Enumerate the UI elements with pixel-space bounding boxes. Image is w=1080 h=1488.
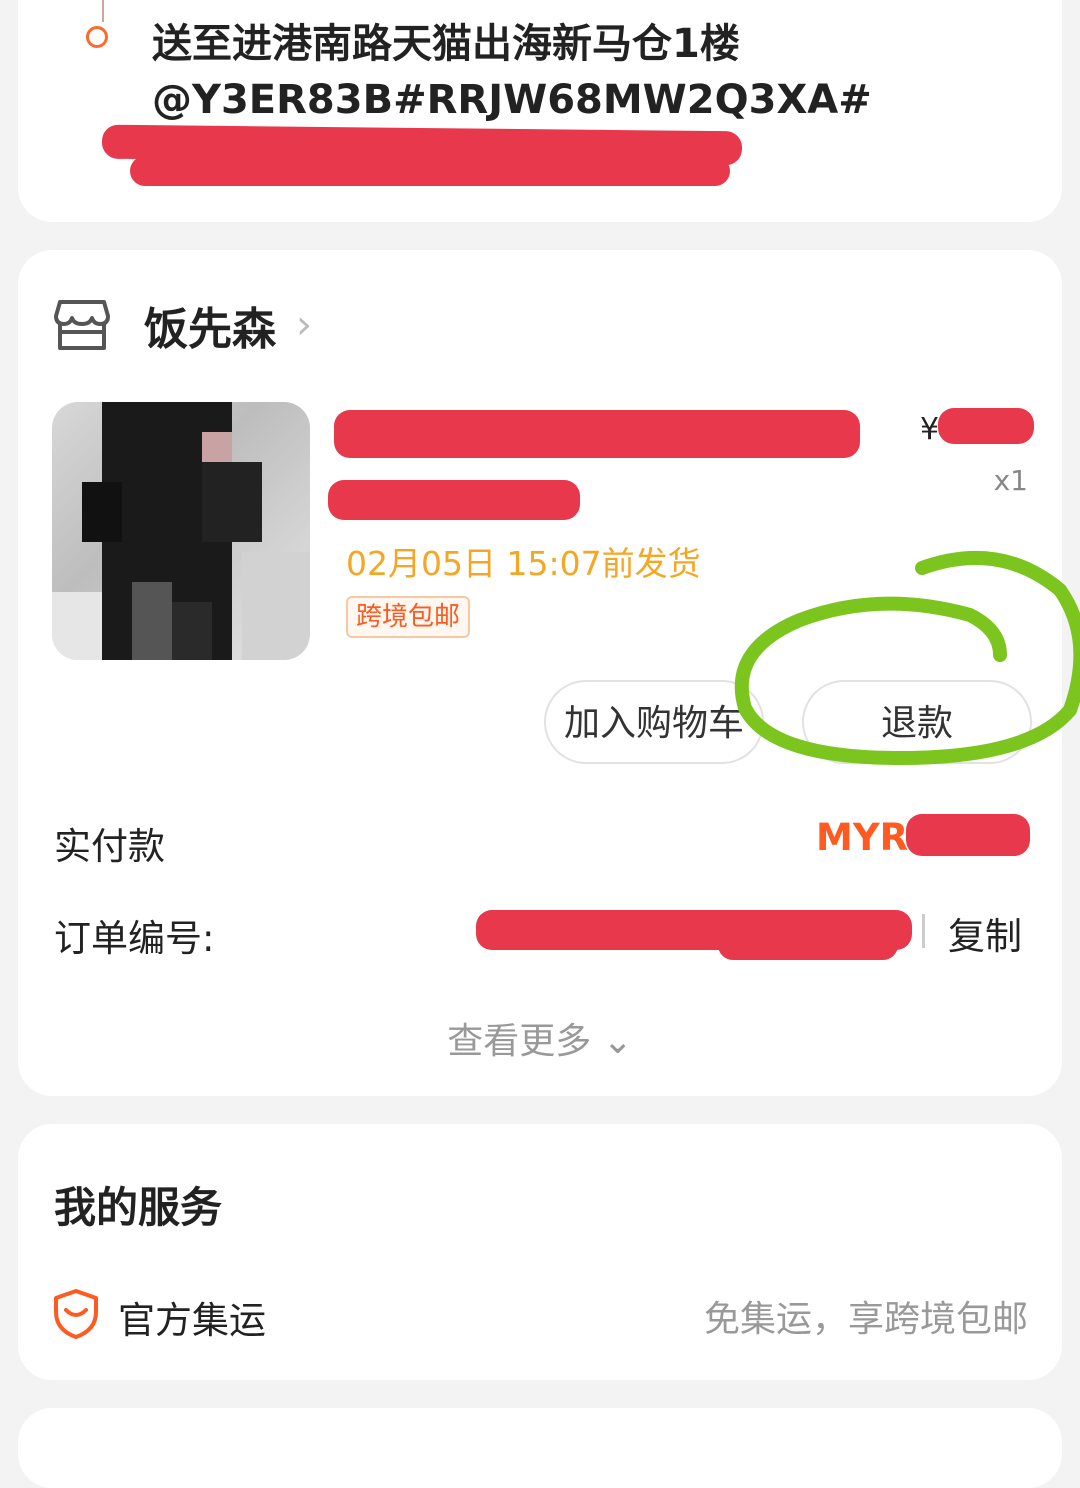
shield-icon bbox=[54, 1289, 98, 1339]
redaction-mark bbox=[938, 408, 1034, 444]
services-title: 我的服务 bbox=[54, 1183, 223, 1232]
store-icon bbox=[54, 300, 110, 350]
refund-button[interactable]: 退款 bbox=[802, 680, 1032, 764]
paid-amount-label: 实付款 bbox=[54, 825, 165, 868]
service-item-name[interactable]: 官方集运 bbox=[118, 1290, 266, 1344]
order-number-label: 订单编号: bbox=[54, 917, 215, 960]
redaction-mark bbox=[334, 410, 860, 458]
delivery-address-card[interactable]: 送至进港南路天猫出海新马仓1楼 @Y3ER83B#RRJW68MW2Q3XA# bbox=[18, 0, 1062, 222]
paid-currency: MYR bbox=[816, 816, 909, 859]
see-more-button[interactable]: 查看更多 ⌄ bbox=[18, 1012, 1062, 1064]
quantity: x1 bbox=[993, 464, 1028, 497]
copy-button[interactable]: 复制 bbox=[948, 906, 1022, 960]
service-item-description: 免集运，享跨境包邮 bbox=[703, 1299, 1028, 1340]
my-services-card: 我的服务 官方集运 免集运，享跨境包邮 bbox=[18, 1124, 1062, 1380]
address-line-2: @Y3ER83B#RRJW68MW2Q3XA# bbox=[152, 77, 872, 123]
add-to-cart-button[interactable]: 加入购物车 bbox=[544, 680, 764, 764]
order-card: 饭先森 › ¥ x1 02月05日 15:07前发货 跨境包邮 加入购物车 退款… bbox=[18, 250, 1062, 1096]
ship-time: 02月05日 15:07前发货 bbox=[346, 544, 701, 583]
shop-header[interactable]: 饭先森 › bbox=[54, 292, 312, 358]
address-line-1: 送至进港南路天猫出海新马仓1楼 bbox=[152, 21, 740, 67]
redaction-mark bbox=[130, 156, 730, 186]
price-symbol: ¥ bbox=[920, 412, 940, 447]
redaction-mark bbox=[718, 930, 898, 960]
divider bbox=[922, 914, 925, 948]
redaction-mark bbox=[328, 480, 580, 520]
shop-name: 饭先森 bbox=[144, 304, 276, 355]
delivery-address: 送至进港南路天猫出海新马仓1楼 @Y3ER83B#RRJW68MW2Q3XA# bbox=[152, 16, 1032, 128]
address-location-icon bbox=[86, 26, 108, 48]
address-timeline-line bbox=[102, 0, 104, 22]
product-image[interactable] bbox=[52, 402, 310, 660]
chevron-right-icon: › bbox=[296, 302, 312, 348]
next-card bbox=[18, 1408, 1062, 1488]
redaction-mark bbox=[906, 814, 1030, 856]
free-shipping-badge: 跨境包邮 bbox=[346, 596, 471, 638]
